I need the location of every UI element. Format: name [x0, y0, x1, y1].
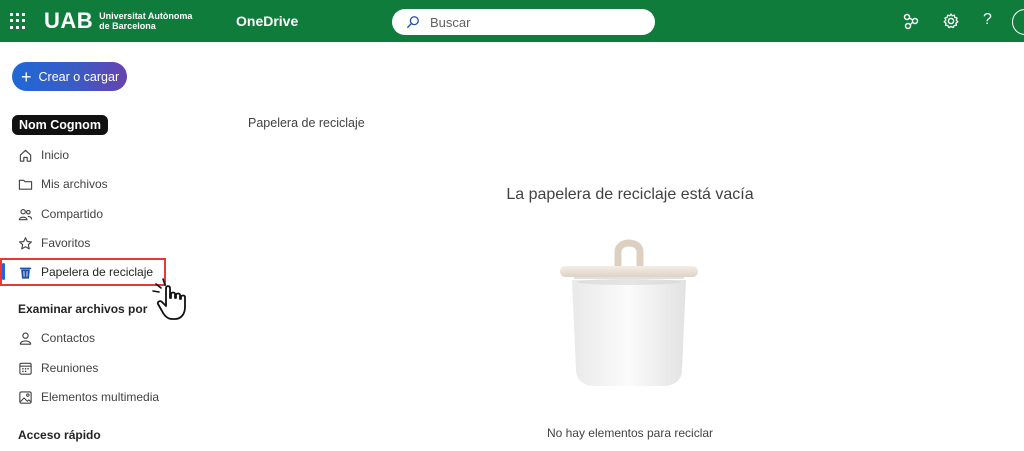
app-name[interactable]: OneDrive	[236, 13, 298, 29]
browse-section-heading: Examinar archivos por	[18, 302, 148, 316]
folder-icon	[18, 179, 33, 190]
sidebar-item-compartido[interactable]: Compartido	[18, 204, 103, 224]
sidebar-item-label: Compartido	[41, 207, 104, 221]
sidebar-item-mis-archivos[interactable]: Mis archivos	[18, 174, 108, 194]
page-title: Papelera de reciclaje	[248, 116, 365, 130]
help-icon[interactable]: ?	[983, 11, 992, 29]
uab-logo-line2: de Barcelona	[99, 21, 156, 31]
uab-logo-mark: UAB	[44, 8, 94, 33]
sidebar-item-label: Reuniones	[41, 361, 99, 375]
create-upload-button[interactable]: + Crear o cargar	[12, 62, 127, 91]
sidebar-item-label: Mis archivos	[41, 177, 108, 191]
sidebar-item-label: Elementos multimedia	[41, 390, 160, 404]
star-icon	[19, 236, 32, 249]
gear-icon[interactable]	[942, 12, 960, 30]
empty-state-subtitle: No hay elementos para reciclar	[546, 426, 714, 440]
sidebar-item-inicio[interactable]: Inicio	[18, 145, 69, 165]
avatar[interactable]	[1012, 9, 1024, 35]
user-name-badge: Nom Cognom	[12, 115, 108, 135]
search-icon	[407, 16, 419, 28]
create-upload-label: Crear o cargar	[38, 69, 120, 84]
search-input[interactable]	[430, 14, 630, 30]
sidebar-item-label: Favoritos	[41, 236, 91, 250]
sidebar-item-contactos[interactable]: Contactos	[18, 328, 95, 348]
home-icon	[19, 149, 32, 162]
sidebar-item-favoritos[interactable]: Favoritos	[18, 233, 90, 253]
person-icon	[19, 332, 32, 345]
sidebar-item-multimedia[interactable]: Elementos multimedia	[18, 387, 159, 407]
calendar-icon	[19, 362, 32, 375]
sidebar-item-label: Inicio	[41, 148, 70, 162]
pointer-hand-icon	[152, 278, 186, 320]
uab-logo-text: Universitat Autònoma de Barcelona	[99, 11, 192, 31]
top-bar: UAB Universitat Autònoma de Barcelona On…	[0, 0, 1024, 42]
highlight-box	[0, 258, 166, 286]
app-launcher-icon[interactable]	[10, 13, 26, 29]
uab-logo-line1: Universitat Autònoma	[99, 11, 193, 21]
sidebar-item-label: Contactos	[41, 331, 96, 345]
plus-icon: +	[21, 66, 32, 87]
uab-logo[interactable]: UAB Universitat Autònoma de Barcelona	[44, 9, 192, 33]
image-icon	[19, 390, 32, 404]
sidebar-item-reuniones[interactable]: Reuniones	[18, 358, 98, 378]
share-network-icon[interactable]	[902, 12, 920, 30]
empty-state-title: La papelera de reciclaje está vacía	[506, 186, 754, 203]
empty-recycle-bin-illustration	[560, 239, 698, 386]
search-box[interactable]	[392, 9, 655, 35]
quick-access-heading: Acceso rápido	[18, 428, 101, 442]
people-icon	[18, 208, 33, 220]
